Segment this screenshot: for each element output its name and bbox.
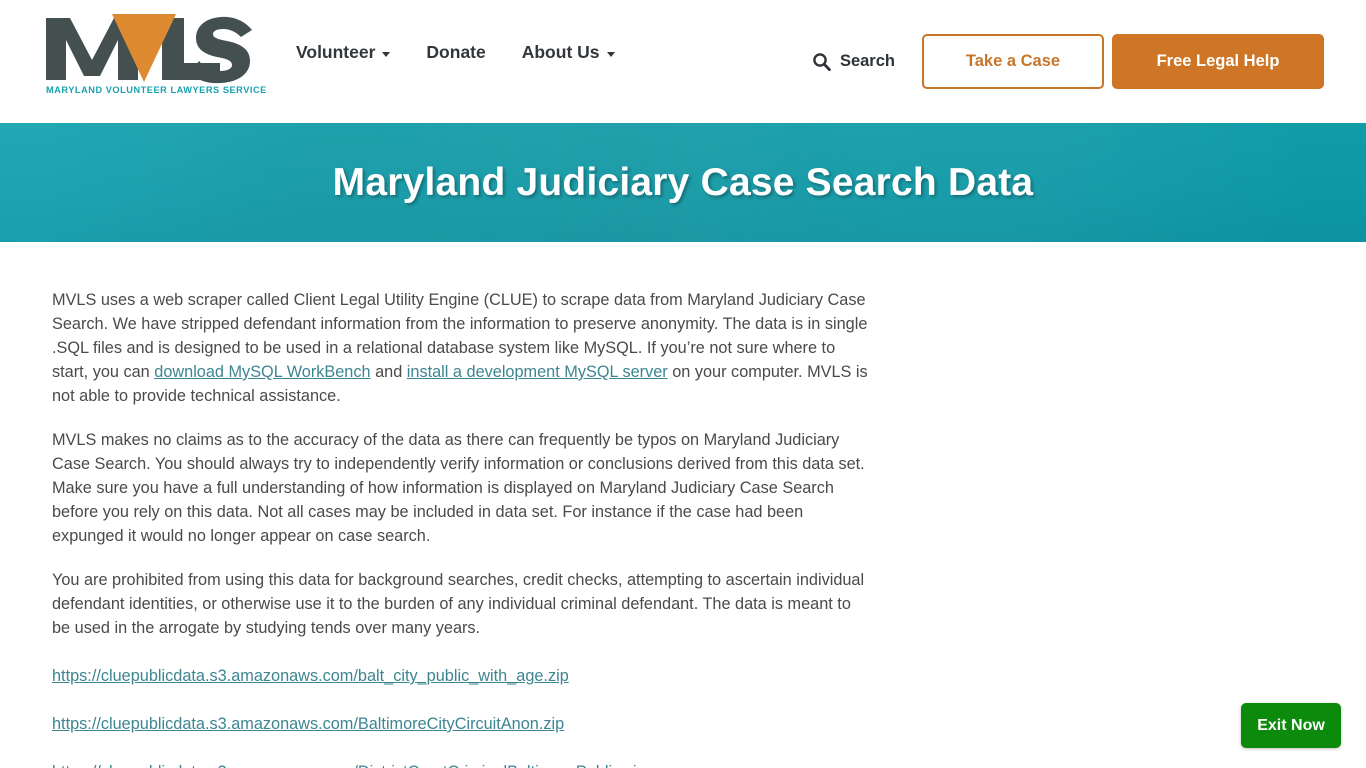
site-header: MARYLAND VOLUNTEER LAWYERS SERVICE Volun… — [0, 0, 1366, 123]
search-label: Search — [839, 52, 895, 70]
search-icon — [812, 52, 831, 71]
free-legal-help-button[interactable]: Free Legal Help — [1112, 34, 1324, 89]
paragraph-prohibited-use: You are prohibited from using this data … — [52, 571, 865, 637]
mvls-logo[interactable]: MARYLAND VOLUNTEER LAWYERS SERVICE — [44, 14, 267, 108]
header-actions: Search Take a Case Free Legal Help — [812, 0, 1324, 123]
chevron-down-icon — [382, 51, 391, 57]
article-body: MVLS uses a web scraper called Client Le… — [52, 288, 870, 768]
nav-item-about-us-label: About Us — [521, 42, 600, 62]
mvls-logo-tagline: MARYLAND VOLUNTEER LAWYERS SERVICE — [46, 85, 267, 95]
paragraph-intro: MVLS uses a web scraper called Client Le… — [52, 291, 868, 405]
download-link[interactable]: https://cluepublicdata.s3.amazonaws.com/… — [52, 763, 646, 768]
page-title: Maryland Judiciary Case Search Data — [332, 160, 1034, 204]
download-link[interactable]: https://cluepublicdata.s3.amazonaws.com/… — [52, 715, 564, 733]
inline-link[interactable]: download MySQL WorkBench — [154, 363, 370, 381]
download-link-row: https://cluepublicdata.s3.amazonaws.com/… — [52, 760, 870, 768]
inline-link[interactable]: install a development MySQL server — [407, 363, 668, 381]
take-a-case-button[interactable]: Take a Case — [922, 34, 1104, 89]
nav-item-donate-label: Donate — [426, 42, 486, 62]
download-link-row: https://cluepublicdata.s3.amazonaws.com/… — [52, 712, 870, 736]
chevron-down-icon — [606, 51, 615, 57]
nav-item-about-us[interactable]: About Us — [522, 42, 615, 63]
main-content: MVLS uses a web scraper called Client Le… — [0, 242, 1366, 768]
search-toggle[interactable]: Search — [812, 52, 895, 71]
paragraph-accuracy: MVLS makes no claims as to the accuracy … — [52, 431, 865, 545]
nav-item-volunteer[interactable]: Volunteer — [296, 42, 391, 63]
nav-item-donate[interactable]: Donate — [426, 42, 485, 63]
exit-now-button[interactable]: Exit Now — [1241, 703, 1341, 748]
download-link-row: https://cluepublicdata.s3.amazonaws.com/… — [52, 664, 870, 688]
download-link[interactable]: https://cluepublicdata.s3.amazonaws.com/… — [52, 667, 569, 685]
mvls-logo-mark — [44, 14, 256, 84]
page-banner: Maryland Judiciary Case Search Data — [0, 123, 1366, 242]
nav-item-volunteer-label: Volunteer — [296, 42, 376, 62]
main-nav: Volunteer Donate About Us — [296, 42, 615, 63]
